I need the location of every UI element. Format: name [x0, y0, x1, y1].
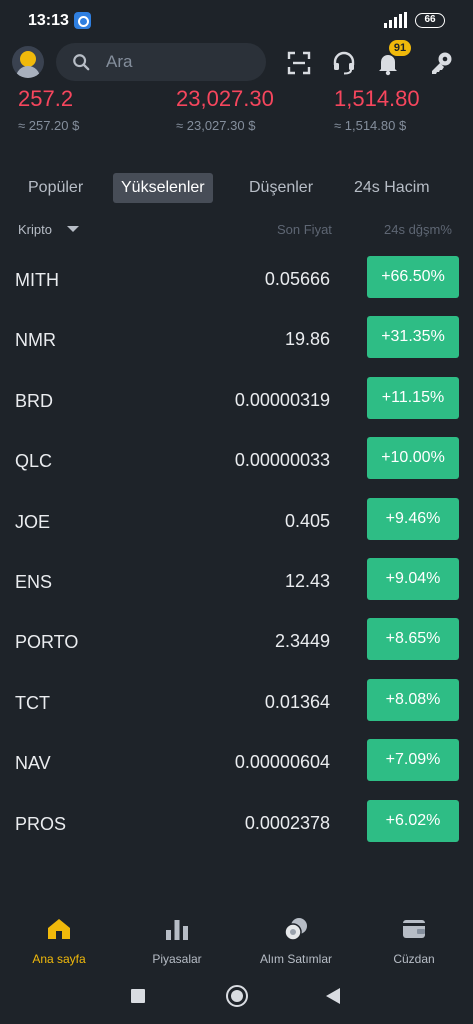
tab-losers[interactable]: Düşenler	[241, 173, 321, 203]
nav-markets[interactable]: Piyasalar	[118, 906, 236, 966]
coin-symbol: NMR	[15, 330, 56, 351]
coin-row[interactable]: JOE 0.405 +9.46%	[0, 492, 473, 552]
back-icon[interactable]	[326, 988, 340, 1004]
ticker-item[interactable]: 1,514.80 ≈ 1,514.80 $	[334, 86, 420, 133]
coin-symbol: TCT	[15, 692, 50, 713]
system-nav-bar	[0, 972, 473, 1024]
notification-app-icon	[74, 12, 91, 29]
change-badge[interactable]: +10.00%	[367, 437, 459, 480]
coin-price: 0.405	[284, 510, 330, 531]
tab-24h-volume[interactable]: 24s Hacim	[346, 173, 438, 203]
trade-icon	[284, 918, 307, 941]
nav-wallet[interactable]: Cüzdan	[355, 906, 473, 966]
column-last-price[interactable]: Son Fiyat	[277, 222, 332, 237]
profile-avatar[interactable]	[12, 46, 44, 78]
coin-list: MITH 0.05666 +66.50% NMR 19.86 +31.35% B…	[0, 250, 473, 854]
coin-symbol: MITH	[15, 270, 59, 290]
nav-label: Alım Satımlar	[259, 952, 332, 966]
scan-icon[interactable]	[286, 50, 312, 76]
status-time: 13:13	[28, 12, 69, 29]
coin-row[interactable]: NAV 0.00000604 +7.09%	[0, 733, 473, 793]
ticker-price: 23,027.30	[176, 86, 274, 111]
ticker-fiat-value: ≈ 23,027.30 $	[176, 118, 256, 133]
coin-symbol: PORTO	[15, 632, 79, 653]
markets-icon	[166, 920, 188, 940]
search-input[interactable]	[106, 43, 256, 81]
tab-popular[interactable]: Popüler	[20, 173, 91, 203]
coin-row[interactable]: ENS 12.43 +9.04%	[0, 552, 473, 612]
coin-symbol: PROS	[15, 813, 67, 834]
nav-label: Cüzdan	[393, 952, 435, 966]
change-badge[interactable]: +31.35%	[367, 316, 459, 359]
nav-trades[interactable]: Alım Satımlar	[237, 906, 355, 966]
home-button-icon[interactable]	[226, 985, 248, 1007]
change-badge[interactable]: +66.50%	[367, 256, 459, 298]
bottom-nav: Ana sayfa Piyasalar Alım Satımlar Cüzdan	[0, 906, 473, 972]
coin-price: 0.05666	[264, 269, 330, 289]
coin-symbol: ENS	[15, 571, 53, 592]
coin-row[interactable]: TCT 0.01364 +8.08%	[0, 673, 473, 733]
coin-row[interactable]: BRD 0.00000319 +11.15%	[0, 371, 473, 431]
coin-price: 19.86	[284, 329, 330, 350]
ticker-item[interactable]: 257.2 ≈ 257.20 $	[18, 86, 79, 133]
change-badge[interactable]: +6.02%	[367, 799, 459, 842]
status-bar: 13:13 66	[0, 0, 473, 42]
search-icon	[73, 54, 90, 71]
coin-row[interactable]: NMR 19.86 +31.35%	[0, 310, 473, 370]
top-header: 91	[0, 40, 473, 86]
ticker-price: 1,514.80	[334, 86, 420, 111]
coin-price: 12.43	[284, 570, 330, 591]
column-crypto-sort[interactable]: Kripto	[18, 222, 52, 237]
tab-gainers[interactable]: Yükselenler	[113, 173, 213, 203]
market-tabs: Popüler Yükselenler Düşenler 24s Hacim	[0, 170, 473, 206]
coin-row[interactable]: MITH 0.05666 +66.50%	[0, 250, 473, 310]
home-icon	[48, 919, 70, 939]
headset-icon[interactable]	[331, 50, 357, 76]
caret-down-icon[interactable]	[67, 226, 79, 232]
coin-price: 0.0002378	[244, 812, 330, 833]
ticker-fiat-value: ≈ 257.20 $	[18, 118, 80, 133]
coin-price: 0.00000319	[234, 389, 330, 410]
nav-label: Piyasalar	[152, 952, 202, 966]
notification-badge: 91	[389, 40, 411, 56]
change-badge[interactable]: +9.04%	[367, 557, 459, 600]
ticker-fiat-value: ≈ 1,514.80 $	[334, 118, 407, 133]
change-badge[interactable]: +7.09%	[367, 739, 459, 782]
app-screen: 13:13 66 91	[0, 0, 473, 1024]
nav-label: Ana sayfa	[32, 952, 86, 966]
coin-price: 0.00000604	[234, 752, 330, 773]
change-badge[interactable]: +9.46%	[367, 497, 459, 540]
key-icon[interactable]	[428, 50, 454, 76]
coin-price: 2.3449	[274, 631, 330, 652]
battery-icon: 66	[415, 13, 445, 28]
wallet-icon	[403, 920, 425, 938]
change-badge[interactable]: +8.65%	[367, 618, 459, 661]
recents-icon[interactable]	[131, 989, 145, 1003]
coin-symbol: NAV	[15, 753, 51, 774]
ticker-item[interactable]: 23,027.30 ≈ 23,027.30 $	[176, 86, 274, 133]
column-24h-change[interactable]: 24s dğşm%	[384, 222, 452, 237]
coin-row[interactable]: QLC 0.00000033 +10.00%	[0, 431, 473, 491]
signal-icon	[384, 12, 407, 28]
coin-symbol: BRD	[15, 390, 54, 411]
search-box[interactable]	[56, 43, 266, 81]
coin-price: 0.00000033	[234, 450, 330, 471]
coin-row[interactable]: PORTO 2.3449 +8.65%	[0, 612, 473, 672]
column-headers: Kripto Son Fiyat 24s dğşm%	[0, 218, 473, 244]
ticker-row: 257.2 ≈ 257.20 $ 23,027.30 ≈ 23,027.30 $…	[0, 86, 473, 142]
change-badge[interactable]: +11.15%	[367, 376, 459, 419]
nav-home[interactable]: Ana sayfa	[0, 906, 118, 966]
ticker-price: 257.2	[18, 86, 74, 111]
coin-price: 0.01364	[264, 691, 330, 712]
coin-row[interactable]: PROS 0.0002378 +6.02%	[0, 794, 473, 854]
coin-symbol: JOE	[15, 511, 51, 532]
change-badge[interactable]: +8.08%	[367, 678, 459, 721]
coin-symbol: QLC	[15, 451, 53, 472]
